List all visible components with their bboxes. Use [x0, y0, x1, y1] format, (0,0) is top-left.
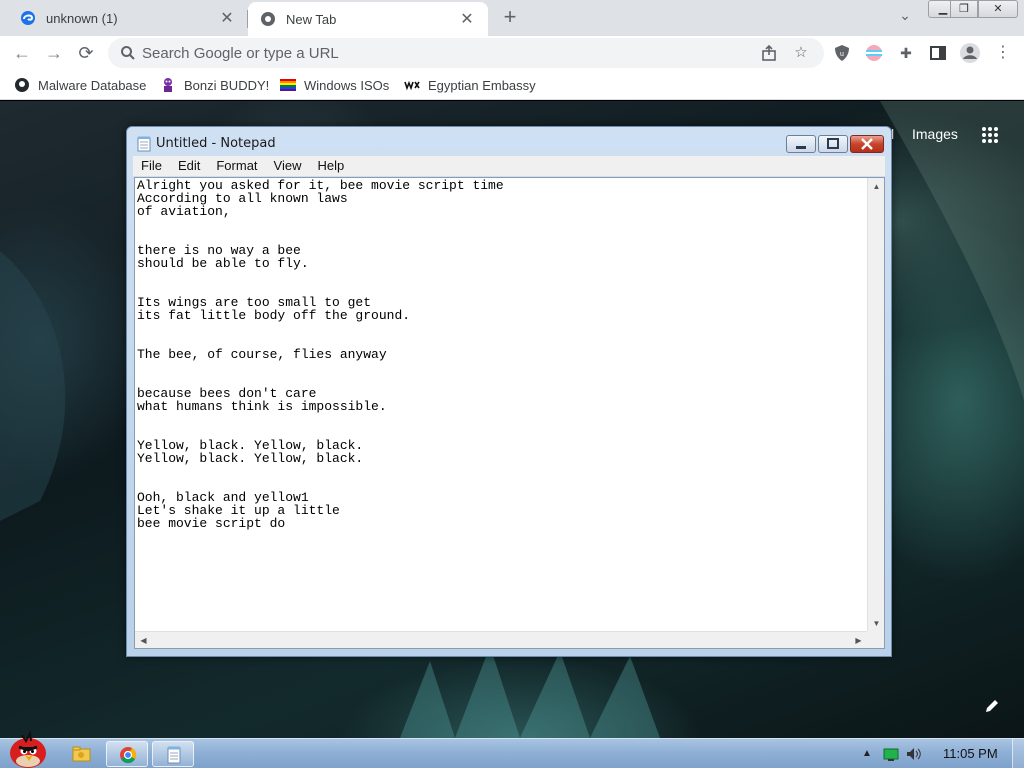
minimize-icon — [796, 146, 806, 149]
forward-button[interactable]: → — [42, 41, 66, 65]
bookmark-egyptian-embassy[interactable]: Egyptian Embassy — [404, 75, 536, 95]
extensions-puzzle-icon[interactable]: ✚ — [897, 44, 915, 62]
notepad-menubar: File Edit Format View Help — [133, 156, 885, 176]
tab-unknown[interactable]: unknown (1) ✕ — [8, 0, 248, 36]
chrome-icon — [261, 12, 275, 26]
address-input[interactable] — [142, 43, 742, 63]
close-icon — [861, 138, 873, 150]
bookmark-label: Egyptian Embassy — [428, 77, 536, 93]
taskbar-explorer-button[interactable] — [60, 741, 102, 767]
window-restore-button[interactable]: ❐ — [950, 0, 978, 18]
share-icon[interactable] — [760, 44, 778, 62]
tab-title: New Tab — [286, 11, 337, 27]
bonzi-icon — [164, 78, 172, 92]
chrome-menu-icon[interactable]: ⋮ — [994, 44, 1012, 62]
notepad-window: Untitled - Notepad File Edit Format View… — [126, 126, 892, 657]
scroll-down-icon[interactable]: ▼ — [868, 615, 885, 632]
scroll-right-icon[interactable]: ▶ — [850, 632, 867, 649]
menu-format[interactable]: Format — [208, 156, 265, 176]
notepad-icon — [167, 746, 181, 764]
notepad-close-button[interactable] — [850, 135, 884, 153]
menu-help[interactable]: Help — [309, 156, 352, 176]
taskbar-clock[interactable]: 11:05 PM — [943, 746, 998, 761]
notepad-title: Untitled - Notepad — [156, 136, 276, 151]
menu-file[interactable]: File — [133, 156, 170, 176]
rainbow-flag-icon — [280, 79, 296, 91]
chrome-icon — [120, 747, 137, 764]
profile-icon[interactable] — [959, 42, 981, 64]
bookmark-label: Malware Database — [38, 77, 147, 93]
reload-button[interactable]: ⟳ — [74, 41, 98, 65]
images-link[interactable]: Images — [912, 126, 958, 142]
taskbar-notepad-button[interactable] — [152, 741, 194, 767]
vertical-scrollbar[interactable]: ▲ ▼ — [867, 178, 884, 632]
bookmark-label: Windows ISOs — [304, 77, 390, 93]
omnibox[interactable]: ☆ — [108, 38, 824, 68]
volume-icon[interactable] — [905, 747, 921, 761]
google-apps-icon[interactable] — [981, 126, 999, 144]
network-icon[interactable] — [883, 747, 899, 761]
scroll-left-icon[interactable]: ◀ — [135, 632, 152, 649]
windows-explorer-icon — [72, 746, 91, 762]
scrollbar-corner — [867, 631, 884, 648]
edge-swirl-icon — [21, 11, 35, 25]
wix-icon — [404, 80, 420, 91]
tab-new-tab[interactable]: New Tab ✕ — [248, 2, 488, 36]
svg-text:u: u — [840, 51, 844, 58]
github-icon — [15, 78, 29, 92]
notepad-text-area[interactable] — [137, 179, 865, 631]
start-button-angry-bird-icon[interactable] — [4, 731, 50, 768]
search-icon — [121, 46, 135, 60]
notepad-editor: ▲ ▼ ◀ ▶ — [134, 177, 885, 649]
bookmark-bonzi-buddy[interactable]: Bonzi BUDDY! — [160, 75, 269, 95]
bookmarks-bar: Malware Database Bonzi BUDDY! Windows IS… — [0, 70, 1024, 100]
side-panel-icon[interactable] — [929, 44, 947, 62]
notepad-maximize-button[interactable] — [818, 135, 848, 153]
taskbar-chrome-button[interactable] — [106, 741, 148, 767]
window-close-button[interactable]: ✕ — [978, 0, 1018, 18]
bookmark-star-icon[interactable]: ☆ — [792, 44, 810, 62]
show-desktop-button[interactable] — [1012, 739, 1024, 768]
scroll-up-icon[interactable]: ▲ — [868, 178, 885, 195]
notepad-minimize-button[interactable] — [786, 135, 816, 153]
show-hidden-icons-button[interactable]: ▲ — [861, 747, 873, 761]
browser-toolbar: ← → ⟳ ☆ u ✚ ⋮ — [0, 36, 1024, 70]
tab-close-icon[interactable]: ✕ — [218, 8, 236, 28]
bookmark-malware-database[interactable]: Malware Database — [14, 75, 146, 95]
pencil-icon[interactable] — [983, 697, 1001, 715]
menu-view[interactable]: View — [266, 156, 310, 176]
menu-edit[interactable]: Edit — [170, 156, 208, 176]
bookmark-label: Bonzi BUDDY! — [184, 77, 270, 93]
bookmark-windows-isos[interactable]: Windows ISOs — [280, 75, 389, 95]
tab-title: unknown (1) — [46, 10, 118, 26]
maximize-icon — [827, 138, 839, 149]
notepad-icon — [137, 136, 151, 152]
taskbar: ▲ 11:05 PM — [0, 731, 1024, 768]
tab-search-icon[interactable]: ⌄ — [893, 7, 917, 29]
horizontal-scrollbar[interactable]: ◀ ▶ — [135, 631, 867, 648]
back-button[interactable]: ← — [10, 41, 34, 65]
new-tab-button[interactable]: + — [498, 6, 522, 30]
browser-tab-strip: unknown (1) ✕ New Tab ✕ + ⌄ ▁ ❐ ✕ — [0, 0, 1024, 36]
ublock-icon[interactable]: u — [833, 44, 851, 62]
flag-extension-icon[interactable] — [865, 44, 883, 62]
tab-close-icon[interactable]: ✕ — [458, 9, 476, 29]
